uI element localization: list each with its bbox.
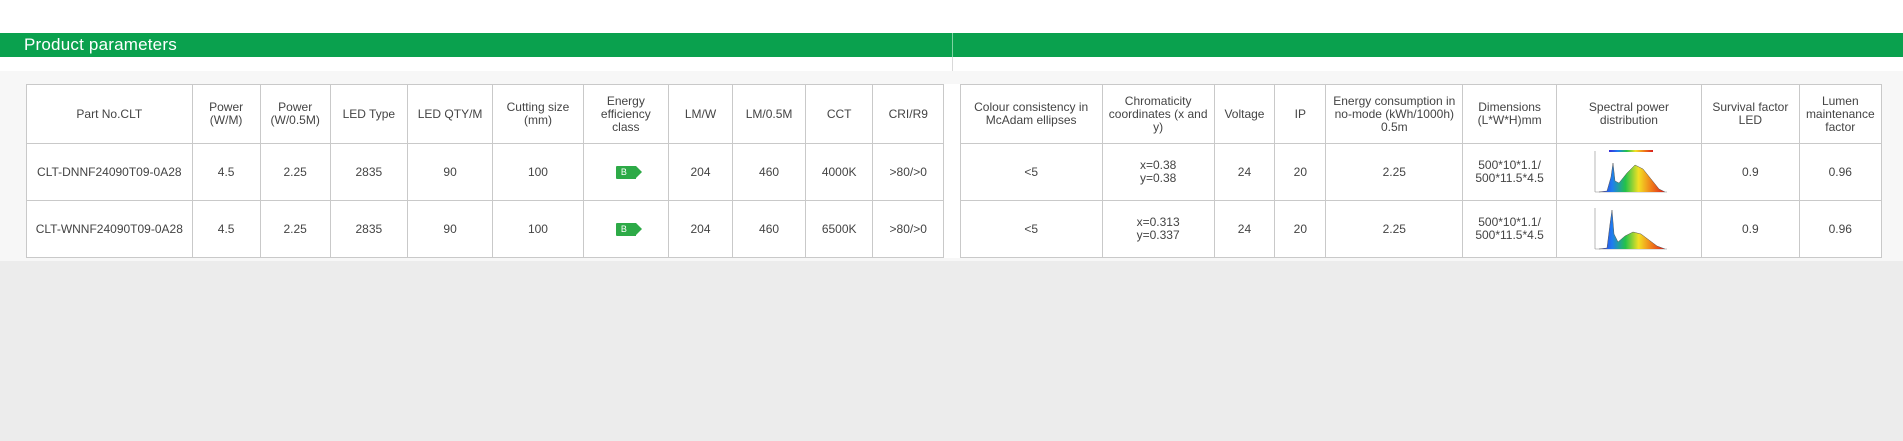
header-cct: CCT [805, 84, 874, 144]
header-mcadam: Colour consistency in McAdam ellipses [959, 84, 1103, 144]
cell-mcadam: <5 [959, 200, 1103, 258]
chroma-y: y=0.38 [1139, 171, 1177, 185]
cell-dimensions: 500*10*1.1/ 500*11.5*4.5 [1462, 143, 1557, 201]
table-row: CLT-WNNF24090T09-0A28 4.5 2.25 2835 90 1… [26, 200, 1883, 258]
cell-lm-half: 460 [731, 143, 807, 201]
cell-part-no: CLT-WNNF24090T09-0A28 [26, 200, 193, 258]
page-fold-divider [952, 33, 953, 57]
page-fold-gap [943, 84, 961, 144]
table-header-row: Part No.CLT Power (W/M) Power (W/0.5M) L… [26, 84, 1883, 144]
cell-power-m: 4.5 [191, 200, 261, 258]
chroma-y: y=0.337 [1136, 228, 1180, 242]
header-energy-class: Energy efficiency class [582, 84, 670, 144]
header-led-type: LED Type [329, 84, 408, 144]
cell-led-qty: 90 [406, 200, 494, 258]
cell-cct: 6500K [805, 200, 874, 258]
header-led-qty: LED QTY/M [406, 84, 494, 144]
dimension-line-2: 500*11.5*4.5 [1475, 228, 1544, 242]
cell-lumen-maint: 0.96 [1798, 200, 1883, 258]
cell-part-no: CLT-DNNF24090T09-0A28 [26, 143, 193, 201]
cell-dimensions: 500*10*1.1/ 500*11.5*4.5 [1462, 200, 1557, 258]
cell-lm-w: 204 [668, 200, 733, 258]
cell-voltage: 24 [1213, 143, 1276, 201]
cell-cutting: 100 [492, 200, 584, 258]
page-fold-gap [943, 143, 961, 201]
header-voltage: Voltage [1213, 84, 1276, 144]
energy-class-badge-icon: B [615, 222, 642, 236]
header-chromaticity: Chromaticity coordinates (x and y) [1101, 84, 1215, 144]
section-title: Product parameters [24, 35, 177, 54]
cell-cutting: 100 [492, 143, 584, 201]
cell-power-m: 4.5 [191, 143, 261, 201]
product-parameters-table: Part No.CLT Power (W/M) Power (W/0.5M) L… [26, 84, 1883, 258]
cell-led-qty: 90 [406, 143, 494, 201]
table-panel: Part No.CLT Power (W/M) Power (W/0.5M) L… [0, 71, 1903, 261]
header-spectral: Spectral power distribution [1555, 84, 1703, 144]
cell-lm-half: 460 [731, 200, 807, 258]
cell-chromaticity: x=0.38 y=0.38 [1101, 143, 1215, 201]
page-fold-gap [943, 200, 961, 258]
header-part-no: Part No.CLT [26, 84, 193, 144]
cell-power-half: 2.25 [259, 200, 331, 258]
cell-energy-nomode: 2.25 [1325, 143, 1464, 201]
cell-voltage: 24 [1213, 200, 1276, 258]
page-fold-divider-lower [952, 57, 953, 71]
cell-led-type: 2835 [329, 200, 408, 258]
cell-chromaticity: x=0.313 y=0.337 [1101, 200, 1215, 258]
cell-energy-class: B [582, 200, 670, 258]
header-ip: IP [1274, 84, 1327, 144]
cell-led-type: 2835 [329, 143, 408, 201]
section-header-bar: Product parameters [0, 33, 1903, 57]
header-survival: Survival factor LED [1701, 84, 1800, 144]
header-spacer [0, 57, 1903, 71]
header-cutting-size: Cutting size (mm) [492, 84, 584, 144]
energy-class-badge-icon: B [615, 165, 642, 179]
page-top-margin [0, 0, 1903, 33]
cell-cct: 4000K [805, 143, 874, 201]
cell-ip: 20 [1274, 200, 1327, 258]
header-lm-half: LM/0.5M [731, 84, 807, 144]
header-power-m: Power (W/M) [191, 84, 261, 144]
header-dimensions: Dimensions (L*W*H)mm [1462, 84, 1557, 144]
header-lumen-maint: Lumen maintenance factor [1798, 84, 1883, 144]
header-cri: CRI/R9 [872, 84, 945, 144]
table-row: CLT-DNNF24090T09-0A28 4.5 2.25 2835 90 1… [26, 143, 1883, 201]
cell-mcadam: <5 [959, 143, 1103, 201]
cell-power-half: 2.25 [259, 143, 331, 201]
spectral-chart-icon [1594, 208, 1667, 250]
cell-lumen-maint: 0.96 [1798, 143, 1883, 201]
cell-survival: 0.9 [1701, 143, 1800, 201]
header-energy-nomode: Energy consumption in no-mode (kWh/1000h… [1325, 84, 1464, 144]
cell-energy-class: B [582, 143, 670, 201]
spectral-chart-icon [1594, 150, 1667, 193]
cell-cri: >80/>0 [872, 143, 945, 201]
cell-cri: >80/>0 [872, 200, 945, 258]
cell-spectral [1555, 200, 1703, 258]
cell-ip: 20 [1274, 143, 1327, 201]
dimension-line-2: 500*11.5*4.5 [1475, 171, 1544, 185]
cell-energy-nomode: 2.25 [1325, 200, 1464, 258]
cell-spectral [1555, 143, 1703, 201]
header-power-half: Power (W/0.5M) [259, 84, 331, 144]
header-lm-w: LM/W [668, 84, 733, 144]
cell-lm-w: 204 [668, 143, 733, 201]
cell-survival: 0.9 [1701, 200, 1800, 258]
